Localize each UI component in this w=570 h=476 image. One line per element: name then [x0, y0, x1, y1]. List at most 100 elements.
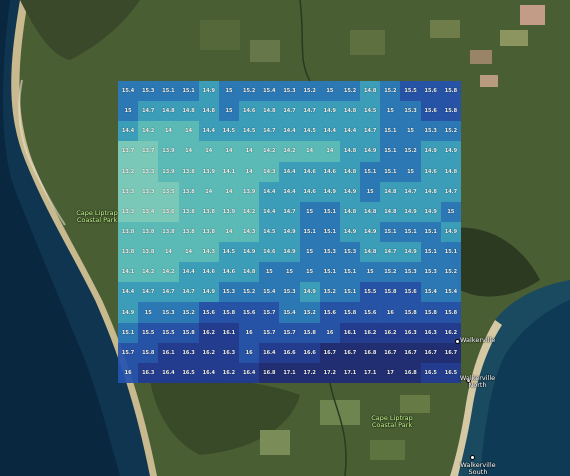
grid-cell: 13.9: [158, 161, 179, 182]
grid-cell: 14: [218, 221, 240, 243]
grid-cell: 15.1: [420, 242, 441, 263]
grid-cell: 15.2: [380, 81, 401, 102]
grid-cell: 16.3: [138, 362, 159, 383]
grid-cell: 14.8: [360, 242, 381, 263]
grid-cell: 15.2: [400, 141, 421, 162]
grid-cell: 16.2: [198, 322, 219, 343]
grid-cell: 16.4: [158, 362, 179, 383]
grid-cell: 14.7: [138, 282, 159, 303]
grid-cell: 14.9: [420, 141, 441, 162]
grid-cell: 15.1: [380, 141, 401, 162]
grid-cell: 14.8: [360, 201, 381, 222]
grid-cell: 16.7: [339, 342, 361, 363]
grid-cell: 16.6: [299, 342, 320, 363]
grid-cell: 14: [178, 121, 199, 142]
grid-cell: 16.2: [360, 322, 381, 343]
grid-cell: 13.8: [178, 181, 199, 202]
grid-cell: 15.6: [239, 302, 260, 323]
grid-cell: 15.3: [400, 101, 421, 122]
grid-cell: 15.2: [380, 262, 401, 283]
grid-cell: 17.1: [339, 362, 361, 383]
grid-cell: 15.8: [420, 302, 441, 323]
grid-cell: 15.1: [158, 81, 179, 102]
grid-cell: 15: [218, 81, 240, 102]
grid-cell: 14.7: [400, 181, 421, 202]
grid-cell: 15.8: [440, 101, 461, 122]
grid-cell: 14.9: [360, 221, 381, 243]
grid-cell: 14.9: [198, 282, 219, 303]
grid-cell: 17.1: [279, 362, 300, 383]
place-marker: [470, 455, 475, 460]
grid-cell: 14: [319, 141, 340, 162]
place-label-line: North: [468, 381, 487, 389]
grid-cell: 15.8: [339, 302, 361, 323]
grid-cell: 13.7: [138, 141, 159, 162]
grid-cell: 14.4: [198, 121, 219, 142]
grid-cell: 14.6: [299, 161, 320, 182]
grid-cell: 16.1: [158, 342, 179, 363]
grid-cell: 16.3: [218, 342, 240, 363]
grid-cell: 15.2: [178, 302, 199, 323]
grid-cell: 15.6: [319, 302, 340, 323]
grid-cell: 15.1: [319, 201, 340, 222]
grid-cell: 14.2: [158, 262, 179, 283]
grid-cell: 14: [239, 161, 260, 182]
grid-cell: 13.3: [118, 181, 139, 202]
grid-cell: 16.3: [400, 322, 421, 343]
grid-cell: 14.8: [380, 181, 401, 202]
grid-cell: 15: [299, 262, 320, 283]
grid-cell: 14: [158, 242, 179, 263]
place-label-walkerville-south: Walkerville South: [453, 462, 503, 476]
grid-cell: 14: [218, 181, 240, 202]
grid-cell: 15.3: [138, 81, 159, 102]
grid-cell: 13.9: [198, 161, 219, 182]
grid-cell: 15.8: [400, 302, 421, 323]
grid-cell: 15.4: [279, 302, 300, 323]
grid-cell: 14.7: [299, 101, 320, 122]
grid-cell: 15: [218, 101, 240, 122]
grid-cell: 15.1: [380, 221, 401, 243]
grid-cell: 15.8: [218, 302, 240, 323]
grid-cell: 16.3: [420, 322, 441, 343]
grid-cell: 14.7: [178, 282, 199, 303]
grid-cell: 16.4: [198, 362, 219, 383]
grid-cell: 14.9: [400, 201, 421, 222]
grid-cell: 15.8: [138, 342, 159, 363]
place-label-walkerville-north: Walkerville North: [455, 375, 500, 389]
grid-cell: 16.1: [218, 322, 240, 343]
grid-cell: 15: [400, 161, 421, 182]
grid-cell: 14.4: [339, 121, 361, 142]
grid-cell: 17: [380, 362, 401, 383]
grid-cell: 14.5: [360, 101, 381, 122]
grid-cell: 15.1: [118, 322, 139, 343]
grid-cell: 14.8: [339, 141, 361, 162]
grid-cell: 16: [118, 362, 139, 383]
grid-cell: 14.9: [198, 81, 219, 102]
grid-cell: 14.1: [118, 262, 139, 283]
grid-cell: 14: [218, 141, 240, 162]
grid-cell: 15.1: [380, 121, 401, 142]
grid-cell: 13.8: [178, 161, 199, 182]
grid-cell: 13.8: [138, 221, 159, 243]
grid-cell: 15.6: [198, 302, 219, 323]
grid-cell: 16.8: [259, 362, 280, 383]
place-label-cape-liptrap-south: Cape Liptrap Coastal Park: [357, 415, 427, 429]
grid-cell: 14.7: [158, 282, 179, 303]
grid-cell: 16.2: [380, 322, 401, 343]
grid-cell: 14.4: [279, 161, 300, 182]
grid-cell: 14.8: [380, 201, 401, 222]
grid-cell: 15: [360, 262, 381, 283]
grid-cell: 15.6: [400, 282, 421, 303]
grid-cell: 14.7: [360, 121, 381, 142]
grid-cell: 14.5: [299, 121, 320, 142]
grid-cell: 14.7: [440, 181, 461, 202]
grid-cell: 14.9: [440, 141, 461, 162]
satellite-map[interactable]: 15.4 15.3 15.1 15.1 14.9 15 15.2 15.4 15.3 15.2 15…: [0, 0, 570, 476]
grid-cell: 14.9: [360, 141, 381, 162]
grid-cell: 14.9: [299, 282, 320, 303]
grid-cell: 15.5: [360, 282, 381, 303]
place-label-line: Coastal Park: [371, 421, 413, 429]
grid-cell: 13.8: [138, 242, 159, 263]
grid-cell: 14.9: [319, 101, 340, 122]
grid-cell: 15.8: [178, 322, 199, 343]
